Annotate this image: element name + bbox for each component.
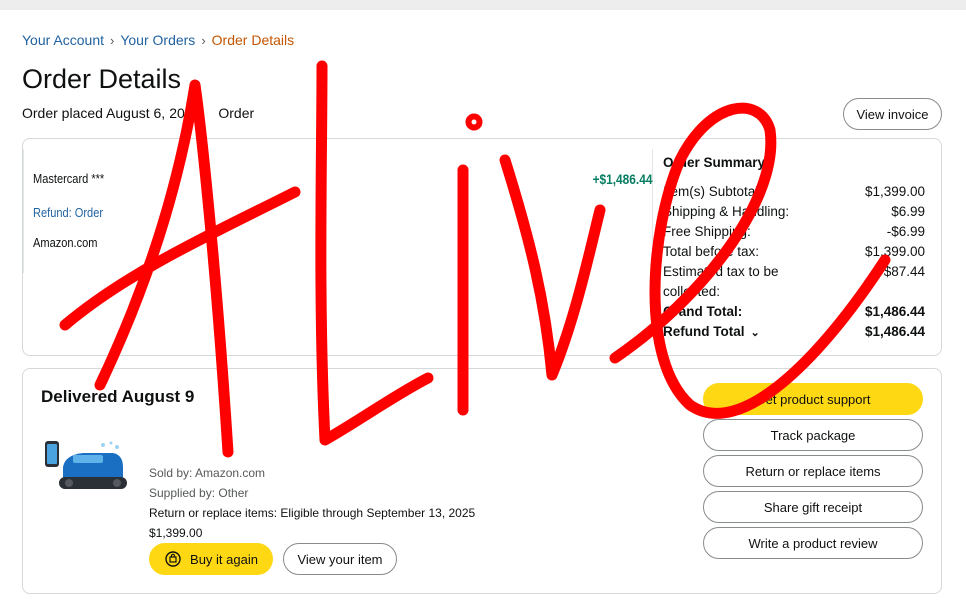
- breadcrumb-your-account[interactable]: Your Account: [22, 32, 104, 48]
- summary-value: $6.99: [891, 204, 925, 219]
- summary-value: $1,486.44: [864, 324, 925, 339]
- breadcrumb-separator: ›: [201, 32, 206, 48]
- return-replace-button[interactable]: Return or replace items: [703, 455, 923, 487]
- order-placed-date: Order placed August 6,: [22, 105, 166, 121]
- summary-value: -$6.99: [886, 224, 925, 239]
- refund-total-row[interactable]: Refund Total ⌄ $1,486.44: [663, 322, 925, 343]
- summary-row: Item(s) Subtotal: $1,399.00: [663, 182, 925, 202]
- buy-it-again-label: Buy it again: [190, 551, 258, 567]
- summary-row: Free Shipping: -$6.99: [663, 222, 925, 242]
- track-package-button[interactable]: Track package: [703, 419, 923, 451]
- refund-total-label[interactable]: Refund Total ⌄: [663, 322, 760, 343]
- view-your-item-button[interactable]: View your item: [283, 543, 397, 575]
- payment-section: Mastercard *** Refund: Order Amazon.com …: [23, 149, 653, 273]
- order-details-page: Your Account › Your Orders › Order Detai…: [0, 10, 966, 616]
- refund-amount: +$1,486.44: [592, 171, 652, 187]
- summary-label: Free Shipping:: [663, 224, 751, 239]
- summary-value: $1,399.00: [864, 184, 925, 199]
- refund-link[interactable]: Refund: Order: [33, 205, 103, 220]
- chevron-down-icon: ⌄: [750, 327, 760, 339]
- payment-card: Mastercard ***: [33, 171, 105, 186]
- page-title: Order Details: [22, 64, 182, 94]
- summary-label: Shipping & Handling:: [663, 204, 790, 219]
- order-summary-title: Order Summary: [663, 155, 766, 170]
- order-summary: Order Summary Item(s) Subtotal: $1,399.00…: [663, 155, 925, 343]
- breadcrumb-current: Order Details: [211, 32, 295, 48]
- summary-label: Item(s) Subtotal:: [663, 184, 763, 199]
- breadcrumb-separator: ›: [110, 32, 115, 48]
- payment-summary-card: Mastercard *** Refund: Order Amazon.com …: [22, 138, 942, 356]
- summary-label: Grand Total:: [663, 304, 743, 319]
- item-details: Sold by: Amazon.com Supplied by: Other R…: [149, 463, 475, 543]
- breadcrumb-your-orders[interactable]: Your Orders: [120, 32, 195, 48]
- return-window: Return or replace items: Eligible throug…: [149, 506, 476, 520]
- summary-row: Total before tax: $1,399.00: [663, 242, 925, 262]
- order-placed-line: Order placed August 6, 2025 Order: [22, 105, 254, 121]
- order-number-label: Order: [218, 105, 255, 121]
- summary-row: Shipping & Handling: $6.99: [663, 202, 925, 222]
- summary-value: $87.44: [883, 264, 925, 279]
- delivery-status: Delivered August 9: [41, 387, 195, 406]
- summary-label: Refund Total: [663, 324, 745, 339]
- summary-value: $1,486.44: [864, 304, 925, 319]
- supplied-by: Supplied by: Other: [149, 486, 249, 500]
- summary-value: $1,399.00: [864, 244, 925, 259]
- payment-merchant: Amazon.com: [33, 235, 98, 250]
- summary-row: Estimated tax to be collected: $87.44: [663, 262, 925, 302]
- buy-again-icon: [165, 551, 181, 567]
- summary-label: Total before tax:: [663, 244, 760, 259]
- view-invoice-button[interactable]: View invoice: [843, 98, 942, 130]
- get-product-support-button[interactable]: Get product support: [703, 383, 923, 415]
- order-placed-year: 2025: [169, 105, 201, 121]
- grand-total-row: Grand Total: $1,486.44: [663, 302, 925, 322]
- buy-it-again-button[interactable]: Buy it again: [149, 543, 273, 575]
- breadcrumb: Your Account › Your Orders › Order Detai…: [22, 32, 294, 48]
- sold-by: Sold by: Amazon.com: [149, 466, 266, 480]
- item-price: $1,399.00: [149, 526, 203, 540]
- write-review-button[interactable]: Write a product review: [703, 527, 923, 559]
- shipment-card: Delivered August 9 Sold by: Amazon.com S…: [22, 368, 942, 594]
- product-image[interactable]: [43, 437, 127, 497]
- summary-label: Estimated tax to be collected:: [663, 264, 779, 299]
- share-gift-receipt-button[interactable]: Share gift receipt: [703, 491, 923, 523]
